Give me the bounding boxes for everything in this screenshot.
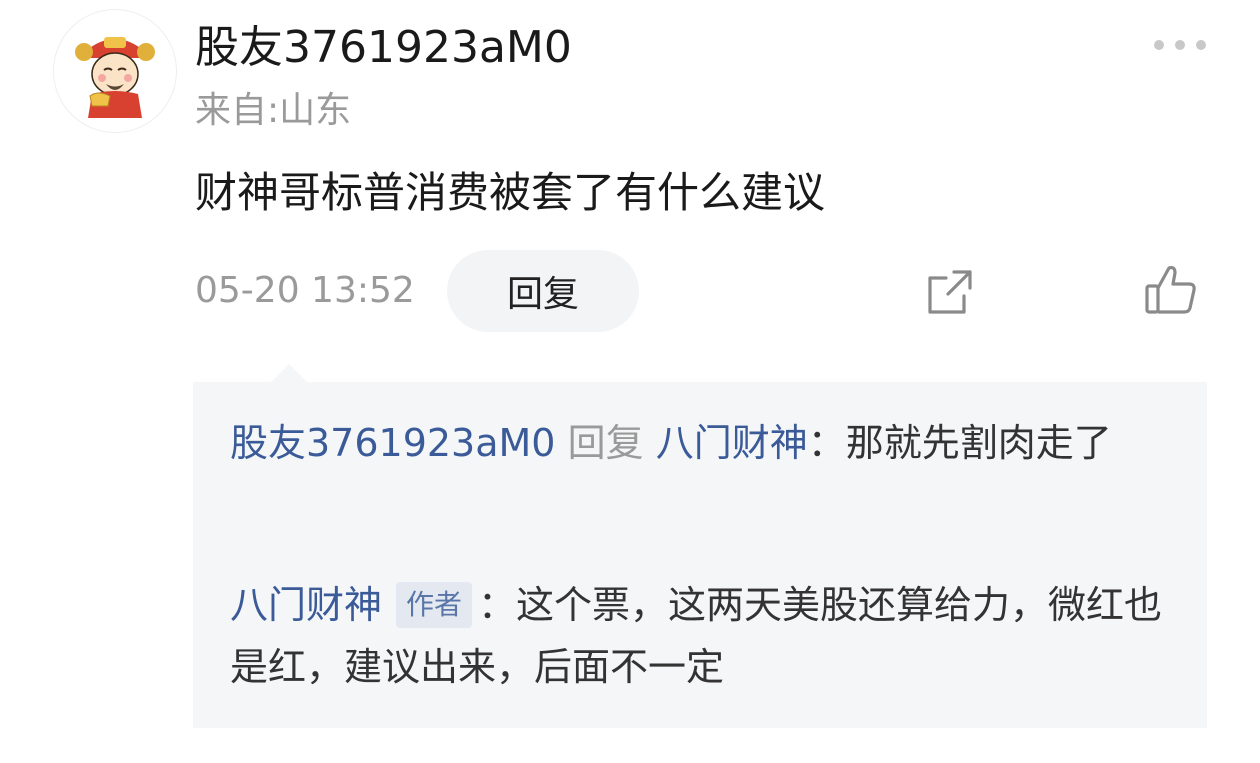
reply-item[interactable]: 股友3761923aM0 回复 八门财神：那就先割肉走了 xyxy=(230,412,1180,474)
reply-text: 那就先割肉走了 xyxy=(845,421,1112,465)
reply-separator: ： xyxy=(807,421,846,465)
reply-to-user[interactable]: 八门财神 xyxy=(656,421,808,465)
caishen-avatar-icon xyxy=(75,37,155,118)
reply-from-user[interactable]: 股友3761923aM0 xyxy=(230,421,556,465)
more-icon[interactable] xyxy=(1150,30,1210,60)
post-location: 来自:山东 xyxy=(195,90,352,131)
like-icon[interactable] xyxy=(1143,262,1199,318)
avatar[interactable] xyxy=(53,9,177,133)
reply-separator: ： xyxy=(478,583,517,627)
reply-pointer xyxy=(271,364,307,382)
reply-item[interactable]: 八门财神 作者 ：这个票，这两天美股还算给力，微红也是红，建议出来，后面不一定 xyxy=(230,574,1180,698)
reply-from-user[interactable]: 八门财神 xyxy=(230,583,382,627)
post-username[interactable]: 股友3761923aM0 xyxy=(195,20,572,76)
reply-button[interactable]: 回复 xyxy=(447,250,639,332)
post-timestamp: 05-20 13:52 xyxy=(195,270,415,311)
share-icon[interactable] xyxy=(924,266,976,318)
post-text: 财神哥标普消费被套了有什么建议 xyxy=(195,168,826,217)
author-badge: 作者 xyxy=(396,582,473,628)
reply-action: 回复 xyxy=(567,421,644,465)
